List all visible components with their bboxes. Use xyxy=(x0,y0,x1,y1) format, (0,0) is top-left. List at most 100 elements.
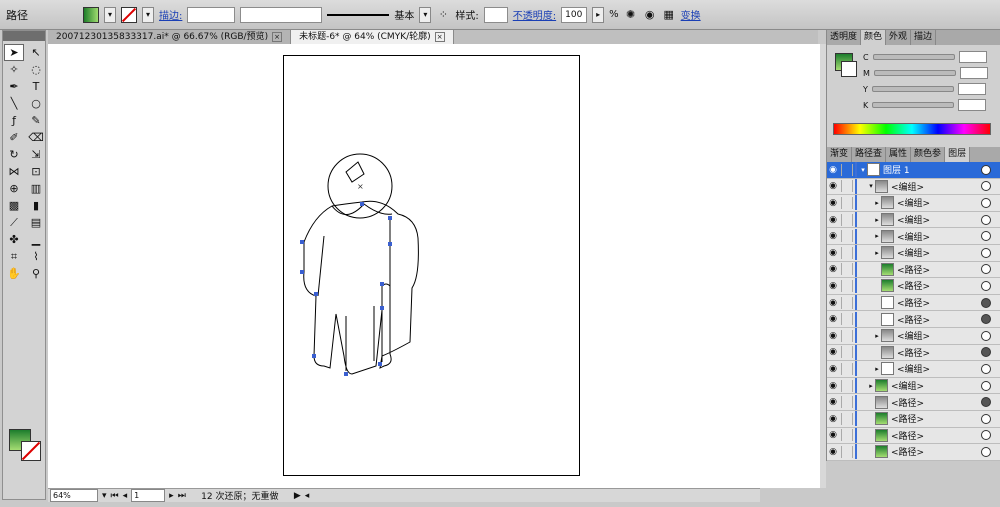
layer-row[interactable]: ◉ ▸ <编组> xyxy=(827,244,1000,262)
eye-icon[interactable]: ◉ xyxy=(827,181,839,191)
selection-tool-icon[interactable]: ➤ xyxy=(4,44,24,61)
prev-page-icon[interactable]: ◂ xyxy=(123,491,128,501)
paintbrush-tool-icon[interactable]: ƒ xyxy=(4,112,24,129)
transform-link[interactable]: 变换 xyxy=(681,7,701,22)
expand-icon[interactable]: ▸ xyxy=(873,365,881,373)
expand-icon[interactable]: ▸ xyxy=(867,382,875,390)
color-spectrum[interactable] xyxy=(833,123,991,135)
zoom-field[interactable]: 64% xyxy=(50,489,98,502)
variable-width-field[interactable] xyxy=(240,6,323,23)
stroke-link[interactable]: 描边: xyxy=(159,7,182,22)
tab-pathfinder[interactable]: 路径查 xyxy=(852,147,887,162)
layer-row[interactable]: ◉ <路径> xyxy=(827,294,1000,312)
layer-row[interactable]: ◉ ▾ 图层 1 xyxy=(827,162,1000,179)
layer-row[interactable]: ◉ <路径> xyxy=(827,410,1000,428)
eye-icon[interactable]: ◉ xyxy=(827,198,839,208)
slider-c[interactable]: C xyxy=(863,51,999,63)
pencil-tool-icon[interactable]: ✎ xyxy=(26,112,46,129)
layer-row[interactable]: ◉ ▸ <编组> xyxy=(827,377,1000,395)
layer-row[interactable]: ◉ <路径> xyxy=(827,394,1000,411)
tab-layers[interactable]: 图层 xyxy=(945,147,971,162)
slider-y[interactable]: Y xyxy=(863,83,999,95)
direct-selection-tool-icon[interactable]: ↖ xyxy=(26,44,46,61)
expand-icon[interactable]: ▸ xyxy=(873,332,881,340)
expand-icon[interactable]: ▾ xyxy=(859,166,867,174)
close-icon[interactable]: × xyxy=(434,32,445,42)
expand-icon[interactable]: ▸ xyxy=(873,199,881,207)
eye-icon[interactable]: ◉ xyxy=(827,447,839,457)
target-icon[interactable] xyxy=(981,297,991,308)
magic-wand-tool-icon[interactable]: ✧ xyxy=(4,61,24,78)
scale-tool-icon[interactable]: ⇲ xyxy=(26,146,46,163)
mesh-tool-icon[interactable]: ▩ xyxy=(4,197,24,214)
panel-stroke-swatch[interactable] xyxy=(841,61,857,77)
canvas[interactable]: × xyxy=(48,44,820,488)
page-field[interactable]: 1 xyxy=(131,489,166,502)
tab-transparency[interactable]: 透明度 xyxy=(827,30,862,45)
stroke-weight-field[interactable] xyxy=(187,6,236,23)
target-icon[interactable] xyxy=(981,280,991,291)
tab-appearance[interactable]: 外观 xyxy=(886,30,912,45)
blob-brush-tool-icon[interactable]: ✐ xyxy=(4,129,24,146)
layer-row[interactable]: ◉ <路径> xyxy=(827,311,1000,328)
eye-icon[interactable]: ◉ xyxy=(827,414,839,424)
eye-icon[interactable]: ◉ xyxy=(827,298,839,308)
free-transform-tool-icon[interactable]: ⊡ xyxy=(26,163,46,180)
eyedropper-tool-icon[interactable]: ⟋ xyxy=(4,214,24,231)
artboard-tool-icon[interactable]: ⌗ xyxy=(4,248,24,265)
scroll-left-icon[interactable]: ◂ xyxy=(305,491,310,501)
target-icon[interactable] xyxy=(981,430,991,441)
target-icon[interactable] xyxy=(981,413,991,424)
eye-icon[interactable]: ◉ xyxy=(827,281,839,291)
eye-icon[interactable]: ◉ xyxy=(827,215,839,225)
stroke-color-box[interactable] xyxy=(21,441,41,461)
align-icon[interactable]: ▦ xyxy=(662,8,676,22)
zoom-dropdown[interactable]: ▾ xyxy=(102,491,107,501)
layer-row[interactable]: ◉ ▸ <编组> xyxy=(827,361,1000,378)
type-tool-icon[interactable]: T xyxy=(26,78,46,95)
blend-tool-icon[interactable]: ▤ xyxy=(26,214,46,231)
target-icon[interactable] xyxy=(981,330,991,341)
stroke-swatch[interactable] xyxy=(121,6,137,23)
eye-icon[interactable]: ◉ xyxy=(827,314,839,324)
eye-icon[interactable]: ◉ xyxy=(827,264,839,274)
target-icon[interactable] xyxy=(981,197,991,208)
panel-grip[interactable] xyxy=(3,31,45,41)
target-icon[interactable] xyxy=(981,214,991,225)
eye-icon[interactable]: ◉ xyxy=(827,397,839,407)
layer-row[interactable]: ◉ ▸ <编组> xyxy=(827,327,1000,345)
fill-dropdown[interactable]: ▾ xyxy=(104,6,116,23)
layer-row[interactable]: ◉ ▸ <编组> xyxy=(827,211,1000,229)
eye-icon[interactable]: ◉ xyxy=(827,331,839,341)
tab-gradient[interactable]: 渐变 xyxy=(827,147,853,162)
layer-row[interactable]: ◉ <路径> xyxy=(827,278,1000,295)
target-icon[interactable] xyxy=(981,347,991,358)
opacity-dropdown[interactable]: ▸ xyxy=(592,6,605,23)
gradient-tool-icon[interactable]: ▮ xyxy=(26,197,46,214)
last-page-icon[interactable]: ⏭ xyxy=(178,491,186,501)
expand-icon[interactable]: ▾ xyxy=(867,182,875,190)
tab-color-guide[interactable]: 颜色参 xyxy=(911,147,946,162)
slider-k[interactable]: K xyxy=(863,99,999,111)
target-icon[interactable] xyxy=(981,380,991,391)
layer-row[interactable]: ◉ ▾ <编组> xyxy=(827,178,1000,196)
brush-icon[interactable]: ⁘ xyxy=(436,8,450,22)
opacity-field[interactable]: 100 xyxy=(561,6,588,23)
target-icon[interactable] xyxy=(981,264,991,275)
fill-swatch[interactable] xyxy=(83,6,99,23)
lasso-tool-icon[interactable]: ◌ xyxy=(26,61,46,78)
tab-attributes[interactable]: 属性 xyxy=(886,147,912,162)
layer-row[interactable]: ◉ <路径> xyxy=(827,344,1000,362)
target-icon[interactable] xyxy=(981,314,991,325)
eraser-tool-icon[interactable]: ⌫ xyxy=(26,129,46,146)
pen-tool-icon[interactable]: ✒ xyxy=(4,78,24,95)
layer-row[interactable]: ◉ <路径> xyxy=(827,444,1000,461)
figure-artwork[interactable]: × xyxy=(284,56,581,477)
layer-row[interactable]: ◉ ▸ <编组> xyxy=(827,228,1000,245)
status-menu-icon[interactable]: ▶ xyxy=(294,491,301,501)
layer-row[interactable]: ◉ <路径> xyxy=(827,261,1000,279)
target-icon[interactable] xyxy=(981,164,991,175)
doc-tab-1[interactable]: 20071230135833317.ai* @ 66.67% (RGB/预览) … xyxy=(48,30,292,44)
line-tool-icon[interactable]: ╲ xyxy=(4,95,24,112)
perspective-grid-tool-icon[interactable]: ▥ xyxy=(26,180,46,197)
